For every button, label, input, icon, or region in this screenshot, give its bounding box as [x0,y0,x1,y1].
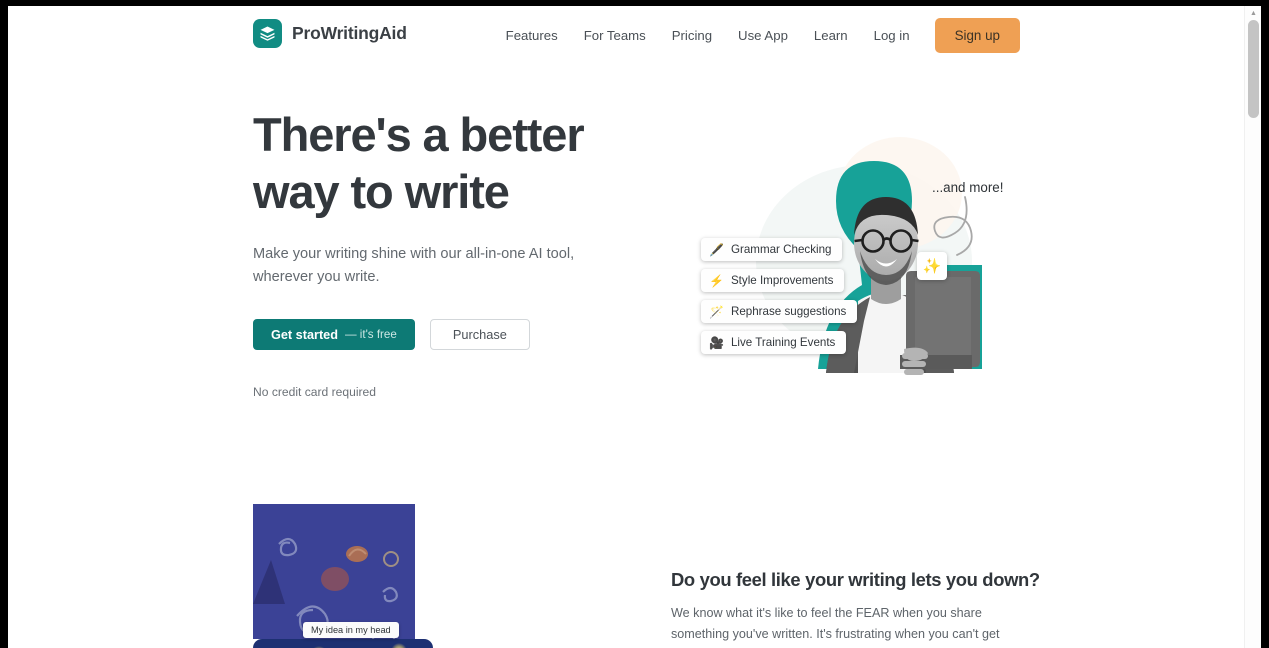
nav-item-learn[interactable]: Learn [801,19,861,52]
magic-wand-icon: 🪄 [709,304,724,319]
purchase-button[interactable]: Purchase [429,319,530,350]
feature-chip-label: Style Improvements [730,274,834,287]
feature-chip-live-training-events: 🎥 Live Training Events [701,331,847,354]
feature-chip-label: Live Training Events [730,336,836,349]
feature-chip-label: Grammar Checking [730,243,832,256]
site-header: ProWritingAid Features For Teams Pricing… [8,6,1244,63]
nav-item-use-app[interactable]: Use App [725,19,801,52]
nav-item-log-in[interactable]: Log in [861,19,923,52]
and-more-annotation: ...and more! [932,180,1004,195]
prowritingaid-book-logo-icon [253,19,282,48]
hero-subheadline: Make your writing shine with our all-in-… [253,246,575,285]
hero-copy: There's a better way to write Make your … [253,106,633,399]
hero-cta-group: Get started — it's free Purchase [253,319,633,350]
vertical-scrollbar[interactable]: ▲ [1244,6,1261,648]
section-two-body: We know what it's like to feel the FEAR … [671,606,1000,648]
browser-viewport: ProWritingAid Features For Teams Pricing… [8,6,1261,648]
fountain-pen-icon: 🖋️ [709,242,724,257]
nav-item-features[interactable]: Features [493,19,571,52]
sparkles-icon: ✨ [917,252,947,280]
section-two-copy: Do you feel like your writing lets you d… [671,569,1040,648]
feature-chip-grammar-checking: 🖋️ Grammar Checking [701,238,843,261]
feature-chip-rephrase-suggestions: 🪄 Rephrase suggestions [701,300,858,323]
main-navigation: Features For Teams Pricing Use App Learn… [493,18,1020,53]
sign-up-button[interactable]: Sign up [934,18,1020,53]
feature-chip-style-improvements: ⚡ Style Improvements [701,269,845,292]
section-two-heading: Do you feel like your writing lets you d… [671,569,1040,590]
hero-headline: There's a better way to write [253,108,585,218]
get-started-sublabel: — it's free [344,328,397,341]
no-credit-card-note: No credit card required [253,385,377,399]
scrollbar-thumb[interactable] [1248,20,1259,118]
brand-logo-link[interactable]: ProWritingAid [253,19,407,48]
hero-illustration: ...and more! ✨ 🖋️ Grammar Checking ⚡ Sty… [668,101,1018,401]
sparkles-glyph: ✨ [922,258,942,275]
starry-night-card: My idea in my head [253,622,433,648]
movie-camera-icon: 🎥 [709,335,724,350]
brand-name: ProWritingAid [292,23,407,43]
scrollbar-up-arrow-icon[interactable]: ▲ [1250,10,1257,17]
lightning-bolt-icon: ⚡ [709,273,724,288]
get-started-label: Get started [271,327,338,342]
page-content: ProWritingAid Features For Teams Pricing… [8,6,1244,648]
feature-chip-label: Rephrase suggestions [730,305,847,318]
nav-item-pricing[interactable]: Pricing [659,19,725,52]
get-started-button[interactable]: Get started — it's free [253,319,415,350]
simplified-painting-card [253,504,415,647]
nav-item-for-teams[interactable]: For Teams [571,19,659,52]
section-two-illustration: My idea in my head [253,504,613,648]
